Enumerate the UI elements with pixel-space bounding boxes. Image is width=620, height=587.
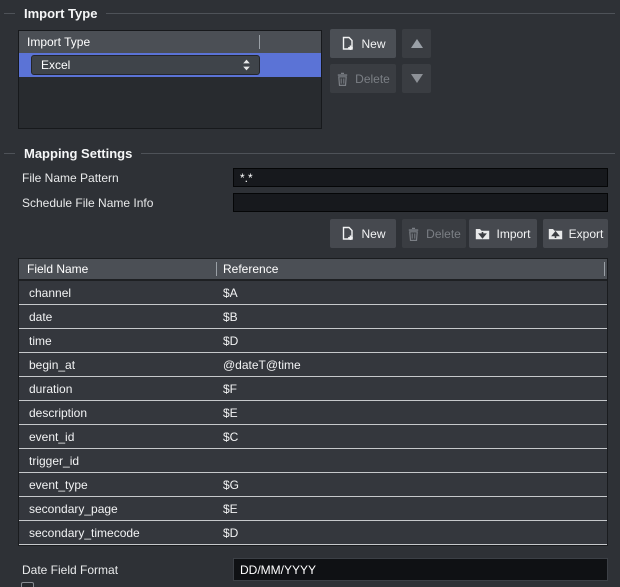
import-type-selected-row[interactable]: Excel — [19, 53, 321, 77]
mapping-table-header[interactable]: Field Name Reference — [19, 259, 607, 279]
mapping-table: Field Name Reference channel$Adate$Btime… — [18, 258, 608, 546]
mapping-settings-group-header: Mapping Settings — [0, 145, 620, 161]
new-document-icon — [340, 226, 355, 241]
button-label: Delete — [426, 227, 461, 241]
import-type-new-button[interactable]: New — [330, 29, 396, 58]
mapping-delete-button[interactable]: Delete — [402, 219, 466, 248]
import-type-combobox[interactable]: Excel — [31, 55, 260, 75]
table-row[interactable]: duration $F — [19, 377, 607, 401]
column-divider[interactable] — [604, 262, 605, 276]
groupbox-line — [141, 153, 615, 154]
reference-cell: $F — [223, 377, 237, 401]
button-label: New — [361, 227, 385, 241]
date-field-format-input[interactable] — [233, 558, 608, 581]
groupbox-line — [4, 13, 15, 14]
schedule-file-name-info-input[interactable] — [233, 193, 608, 212]
reference-column-header[interactable]: Reference — [223, 259, 278, 279]
up-arrow-icon — [410, 38, 424, 49]
field-name-cell: begin_at — [29, 353, 75, 377]
import-type-group-header: Import Type — [0, 5, 620, 21]
table-row[interactable]: trigger_id — [19, 449, 607, 473]
table-row[interactable]: channel $A — [19, 281, 607, 305]
button-label: New — [361, 37, 385, 51]
folder-export-icon — [548, 227, 563, 240]
reference-cell: $E — [223, 497, 238, 521]
reference-cell: $D — [223, 521, 238, 545]
file-name-pattern-label: File Name Pattern — [22, 169, 119, 188]
new-document-icon — [340, 36, 355, 51]
mapping-settings-group-title: Mapping Settings — [24, 146, 132, 161]
date-field-format-label: Date Field Format — [22, 561, 118, 580]
mapping-table-rows: channel $A date $B time $D begin_at @dateT@time… — [19, 279, 607, 545]
table-row[interactable]: secondary_timecode $D — [19, 521, 607, 545]
import-type-group-title: Import Type — [24, 6, 97, 21]
column-divider[interactable] — [216, 262, 217, 276]
mapping-import-button[interactable]: Import — [469, 219, 537, 248]
down-arrow-icon — [410, 73, 424, 84]
field-name-cell: duration — [29, 377, 72, 401]
table-row[interactable]: time $D — [19, 329, 607, 353]
combobox-updown-icon — [241, 58, 252, 72]
field-name-cell: date — [29, 305, 52, 329]
table-row[interactable]: event_type $G — [19, 473, 607, 497]
reference-cell: $D — [223, 329, 238, 353]
table-row[interactable]: date $B — [19, 305, 607, 329]
import-type-column-label: Import Type — [27, 35, 90, 49]
move-down-button[interactable] — [402, 64, 431, 93]
move-up-button[interactable] — [402, 29, 431, 58]
import-settings-panel: Import Type Import Type Excel New — [0, 0, 620, 587]
field-name-cell: description — [29, 401, 87, 425]
reference-cell: $A — [223, 281, 238, 305]
field-name-column-header[interactable]: Field Name — [27, 259, 88, 279]
combobox-value: Excel — [32, 58, 241, 72]
table-row[interactable]: secondary_page $E — [19, 497, 607, 521]
field-name-cell: event_type — [29, 473, 88, 497]
reference-cell: $G — [223, 473, 239, 497]
button-label: Export — [569, 227, 604, 241]
reference-cell: @dateT@time — [223, 353, 301, 377]
groupbox-line — [4, 153, 15, 154]
trash-icon — [407, 227, 420, 241]
field-name-cell: event_id — [29, 425, 74, 449]
import-type-delete-button[interactable]: Delete — [330, 64, 396, 93]
table-row[interactable]: begin_at @dateT@time — [19, 353, 607, 377]
button-label: Import — [496, 227, 530, 241]
reference-cell: $C — [223, 425, 238, 449]
schedule-file-name-info-label: Schedule File Name Info — [22, 194, 153, 213]
groupbox-line — [106, 13, 615, 14]
reference-cell: $B — [223, 305, 238, 329]
field-name-cell: trigger_id — [29, 449, 79, 473]
import-type-list: Import Type Excel — [18, 30, 322, 129]
import-type-list-header[interactable]: Import Type — [19, 31, 321, 53]
column-divider[interactable] — [259, 35, 260, 49]
table-row[interactable]: description $E — [19, 401, 607, 425]
field-name-cell: secondary_page — [29, 497, 118, 521]
checkbox[interactable] — [21, 582, 34, 587]
mapping-export-button[interactable]: Export — [543, 219, 608, 248]
button-label: Delete — [355, 72, 390, 86]
trash-icon — [336, 72, 349, 86]
folder-import-icon — [475, 227, 490, 240]
reference-cell: $E — [223, 401, 238, 425]
mapping-new-button[interactable]: New — [330, 219, 396, 248]
field-name-cell: channel — [29, 281, 71, 305]
field-name-cell: time — [29, 329, 52, 353]
file-name-pattern-input[interactable] — [233, 168, 608, 187]
field-name-cell: secondary_timecode — [29, 521, 140, 545]
table-row[interactable]: event_id $C — [19, 425, 607, 449]
